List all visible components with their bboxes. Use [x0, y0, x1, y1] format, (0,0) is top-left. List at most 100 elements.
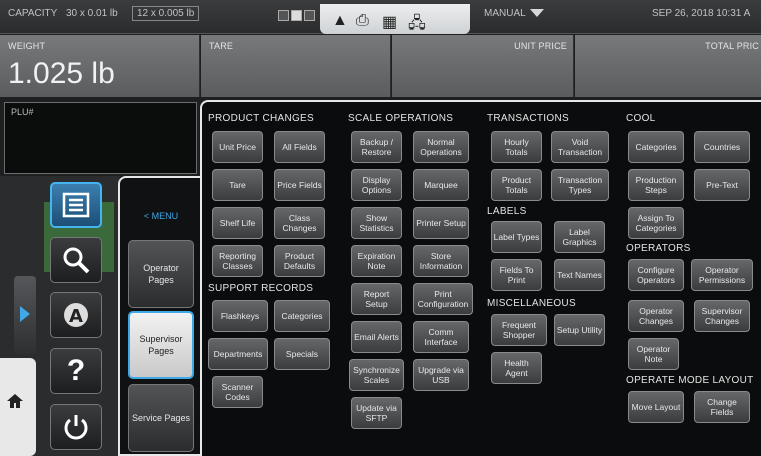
section-support-records: SUPPORT RECORDS	[208, 283, 314, 294]
categories-cool-button[interactable]: Categories	[628, 131, 684, 163]
total-price-readout: TOTAL PRIC	[575, 35, 761, 97]
language-icon[interactable]: A	[50, 292, 102, 338]
plu-field[interactable]: PLU#	[4, 102, 197, 174]
countries-button[interactable]: Countries	[694, 131, 750, 163]
tare-readout[interactable]: TARE	[201, 35, 391, 97]
report-setup-button[interactable]: Report Setup	[351, 283, 402, 315]
comm-interface-button[interactable]: Comm Interface	[413, 321, 469, 353]
menu-list-icon[interactable]	[50, 182, 102, 228]
print-configuration-button[interactable]: Print Configuration	[413, 283, 473, 315]
unit-price-label: UNIT PRICE	[514, 41, 567, 51]
operator-permissions-button[interactable]: Operator Permissions	[691, 259, 753, 291]
hourly-totals-button[interactable]: Hourly Totals	[491, 131, 542, 163]
total-price-label: TOTAL PRIC	[705, 41, 759, 51]
price-fields-button[interactable]: Price Fields	[274, 169, 325, 201]
home-icon	[7, 394, 23, 408]
expiration-note-button[interactable]: Expiration Note	[351, 245, 402, 277]
normal-operations-button[interactable]: Normal Operations	[413, 131, 469, 163]
label-graphics-button[interactable]: Label Graphics	[554, 221, 605, 253]
printer-setup-button[interactable]: Printer Setup	[413, 207, 469, 239]
interval-indicator-icon	[278, 10, 289, 21]
change-fields-button[interactable]: Change Fields	[694, 391, 750, 423]
scanner-codes-button[interactable]: Scanner Codes	[212, 376, 263, 408]
specials-button[interactable]: Specials	[274, 338, 330, 370]
capacity-alt: 12 x 0.005 lb	[132, 6, 200, 21]
backup-restore-button[interactable]: Backup / Restore	[351, 131, 402, 163]
categories-support-button[interactable]: Categories	[274, 300, 330, 332]
supervisor-menu-panel: PRODUCT CHANGES Unit Price All Fields Ta…	[200, 100, 761, 456]
section-operate-mode-layout: OPERATE MODE LAYOUT	[626, 375, 754, 386]
status-bar: CAPACITY 30 x 0.01 lb 12 x 0.005 lb ▲ ⎙ …	[0, 0, 761, 34]
store-information-button[interactable]: Store Information	[413, 245, 469, 277]
section-labels: LABELS	[487, 206, 527, 217]
tare-label: TARE	[209, 41, 234, 51]
supervisor-changes-button[interactable]: Supervisor Changes	[694, 300, 750, 332]
class-changes-button[interactable]: Class Changes	[274, 207, 325, 239]
label-types-button[interactable]: Label Types	[491, 221, 542, 253]
show-statistics-button[interactable]: Show Statistics	[351, 207, 402, 239]
synchronize-scales-button[interactable]: Synchronize Scales	[349, 359, 404, 391]
svg-text:A: A	[69, 306, 83, 327]
capacity-main: 30 x 0.01 lb	[66, 8, 118, 19]
frequent-shopper-button[interactable]: Frequent Shopper	[491, 314, 547, 346]
mode-label: MANUAL	[484, 8, 526, 19]
weight-readout: WEIGHT 1.025 lb	[0, 35, 200, 97]
section-miscellaneous: MISCELLANEOUS	[487, 298, 576, 309]
product-totals-button[interactable]: Product Totals	[491, 169, 542, 201]
text-names-button[interactable]: Text Names	[554, 259, 605, 291]
printer-icon[interactable]: ⎙	[356, 12, 369, 30]
transaction-types-button[interactable]: Transaction Types	[551, 169, 609, 201]
product-defaults-button[interactable]: Product Defaults	[274, 245, 325, 277]
operator-changes-button[interactable]: Operator Changes	[628, 300, 684, 332]
menu-back-link[interactable]: < MENU	[120, 211, 202, 221]
capacity-label: CAPACITY	[8, 8, 58, 19]
chevron-down-icon[interactable]	[530, 9, 544, 17]
void-transaction-button[interactable]: Void Transaction	[551, 131, 609, 163]
update-via-sftp-button[interactable]: Update via SFTP	[351, 397, 402, 429]
chevron-right-icon	[20, 306, 30, 322]
fields-to-print-button[interactable]: Fields To Print	[491, 259, 542, 291]
configure-operators-button[interactable]: Configure Operators	[628, 259, 684, 291]
setup-utility-button[interactable]: Setup Utility	[554, 314, 605, 346]
tare-button[interactable]: Tare	[212, 169, 263, 201]
operator-pages-button[interactable]: Operator Pages	[128, 240, 194, 308]
search-icon[interactable]	[50, 237, 102, 283]
weight-value: 1.025 lb	[8, 57, 115, 90]
menu-column: < MENU Operator Pages Supervisor Pages S…	[118, 176, 202, 456]
unit-price-button[interactable]: Unit Price	[212, 131, 263, 163]
home-tab[interactable]	[0, 358, 36, 456]
power-icon[interactable]	[50, 404, 102, 450]
status-icon-tray: ▲ ⎙ ▦ 🖧	[320, 4, 470, 34]
help-icon[interactable]: ?	[50, 348, 102, 394]
unit-price-readout[interactable]: UNIT PRICE	[392, 35, 574, 97]
move-layout-button[interactable]: Move Layout	[628, 391, 684, 423]
operator-note-button[interactable]: Operator Note	[628, 338, 679, 370]
all-fields-button[interactable]: All Fields	[274, 131, 325, 163]
departments-button[interactable]: Departments	[208, 338, 268, 370]
section-product-changes: PRODUCT CHANGES	[208, 113, 314, 124]
section-operators: OPERATORS	[626, 243, 691, 254]
marquee-button[interactable]: Marquee	[413, 169, 469, 201]
section-cool: COOL	[626, 113, 656, 124]
pre-text-button[interactable]: Pre-Text	[694, 169, 750, 201]
plu-label: PLU#	[11, 107, 34, 117]
warning-icon[interactable]: ▲	[332, 12, 348, 30]
supervisor-pages-button[interactable]: Supervisor Pages	[128, 311, 194, 379]
section-transactions: TRANSACTIONS	[487, 113, 569, 124]
datetime: SEP 26, 2018 10:31 A	[652, 8, 751, 19]
assign-to-categories-button[interactable]: Assign To Categories	[628, 207, 684, 239]
section-scale-operations: SCALE OPERATIONS	[348, 113, 454, 124]
expand-panel-tab[interactable]	[14, 276, 36, 354]
production-steps-button[interactable]: Production Steps	[628, 169, 684, 201]
email-alerts-button[interactable]: Email Alerts	[351, 321, 402, 353]
interval-indicator-icon	[304, 10, 315, 21]
flashkeys-button[interactable]: Flashkeys	[212, 300, 268, 332]
interval-indicator-icon	[291, 10, 302, 21]
reporting-classes-button[interactable]: Reporting Classes	[212, 245, 263, 277]
service-pages-button[interactable]: Service Pages	[128, 384, 194, 452]
upgrade-via-usb-button[interactable]: Upgrade via USB	[413, 359, 469, 391]
grid-icon[interactable]: ▦	[382, 12, 397, 32]
shelf-life-button[interactable]: Shelf Life	[212, 207, 263, 239]
health-agent-button[interactable]: Health Agent	[491, 352, 542, 384]
display-options-button[interactable]: Display Options	[351, 169, 402, 201]
